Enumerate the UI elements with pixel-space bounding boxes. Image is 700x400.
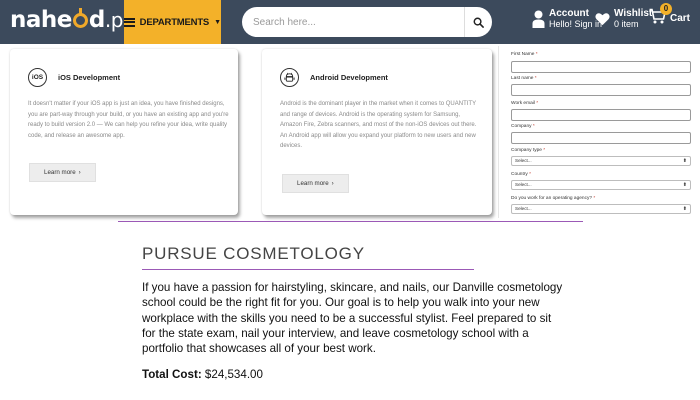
- section-title: PURSUE COSMETOLOGY: [142, 244, 365, 263]
- account-link[interactable]: Account Hello! Sign in: [532, 8, 602, 30]
- ios-icon: iOS: [28, 68, 47, 87]
- company-field[interactable]: [511, 132, 691, 144]
- departments-label: DEPARTMENTS: [139, 16, 210, 28]
- country-label: Country *: [511, 172, 532, 177]
- cart-link[interactable]: 0 Cart: [649, 3, 691, 29]
- last-name-field[interactable]: [511, 84, 691, 96]
- card-description-p1: Android is the dominant player in the ma…: [280, 101, 477, 129]
- last-name-label: Last name *: [511, 76, 537, 81]
- android-robot-icon: [284, 72, 295, 82]
- logo-o-mark: [72, 8, 88, 28]
- card-title: iOS Development: [58, 73, 121, 82]
- select-value: Select...: [515, 206, 532, 211]
- section-divider: [118, 221, 583, 222]
- site-header: nahed.pk DEPARTMENTS ▼ Account Hello! Si…: [0, 0, 700, 44]
- chevron-right-icon: ›: [78, 169, 81, 176]
- operating-agency-label: Do you work for an operating agency? *: [511, 196, 596, 201]
- select-arrows-icon: ⬍: [682, 182, 687, 188]
- logo-text-end: d: [88, 7, 105, 33]
- learn-more-button[interactable]: Learn more ›: [282, 174, 349, 193]
- total-cost-label: Total Cost:: [142, 368, 202, 381]
- card-description: Android is the dominant player in the ma…: [280, 99, 482, 152]
- departments-button[interactable]: DEPARTMENTS ▼: [124, 0, 221, 44]
- learn-more-label: Learn more: [44, 169, 76, 176]
- user-icon: [532, 10, 545, 28]
- country-select[interactable]: Select... ⬍: [511, 180, 691, 190]
- card-title: Android Development: [310, 73, 388, 82]
- contact-form: First Name * Last name * Work email * Co…: [498, 46, 700, 218]
- search-icon: [473, 17, 484, 28]
- company-label: Company *: [511, 124, 535, 129]
- wishlist-link[interactable]: Wishlist 0 item: [595, 8, 652, 30]
- search-box: [242, 7, 492, 37]
- select-value: Select...: [515, 158, 532, 163]
- section-body: If you have a passion for hairstyling, s…: [142, 281, 563, 356]
- search-button[interactable]: [464, 7, 492, 37]
- cart-count-badge: 0: [660, 3, 672, 15]
- learn-more-button[interactable]: Learn more ›: [29, 163, 96, 182]
- site-logo[interactable]: nahe d.pk: [10, 7, 134, 33]
- select-arrows-icon: ⬍: [682, 206, 687, 212]
- company-type-select[interactable]: Select... ⬍: [511, 156, 691, 166]
- card-description-p2: An Android app will allow you expand you…: [280, 132, 476, 150]
- wishlist-count: 0 item: [614, 19, 639, 29]
- wishlist-title: Wishlist: [614, 8, 653, 19]
- caret-down-icon: ▼: [214, 18, 221, 26]
- android-development-card: Android Development Android is the domin…: [262, 49, 492, 215]
- card-description: It doesn't matter if your iOS app is jus…: [28, 101, 229, 139]
- operating-agency-select[interactable]: Select... ⬍: [511, 204, 691, 214]
- search-input[interactable]: [242, 7, 464, 37]
- heart-icon: [595, 13, 610, 26]
- title-underline: [142, 269, 474, 270]
- logo-text: nahe: [10, 7, 72, 33]
- company-type-label: Company type *: [511, 148, 546, 153]
- cart-label: Cart: [670, 13, 691, 24]
- learn-more-label: Learn more: [297, 180, 329, 187]
- select-value: Select...: [515, 182, 532, 187]
- chevron-right-icon: ›: [331, 180, 334, 187]
- total-cost-value: $24,534.00: [204, 368, 263, 381]
- work-email-label: Work email *: [511, 101, 539, 106]
- work-email-field[interactable]: [511, 109, 691, 121]
- ios-development-card: iOS iOS Development It doesn't matter if…: [10, 49, 238, 215]
- first-name-label: First Name *: [511, 52, 538, 57]
- first-name-field[interactable]: [511, 61, 691, 73]
- ios-icon-text: iOS: [31, 74, 44, 81]
- total-cost: Total Cost: $24,534.00: [142, 368, 263, 381]
- hamburger-icon: [124, 17, 135, 27]
- android-icon: [280, 68, 299, 87]
- select-arrows-icon: ⬍: [682, 158, 687, 164]
